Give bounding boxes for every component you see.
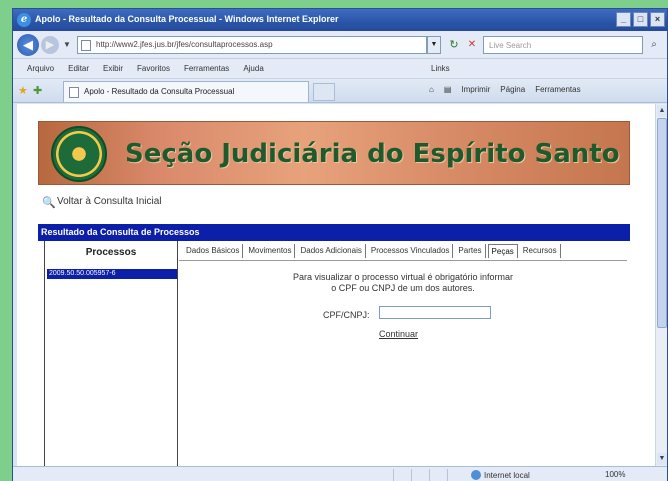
menu-item-editar[interactable]: Editar xyxy=(68,64,89,73)
favorites-star-icon[interactable]: ★ xyxy=(18,84,28,97)
menu-item-arquivo[interactable]: Arquivo xyxy=(27,64,54,73)
status-segment xyxy=(429,469,445,481)
print-button[interactable]: Imprimir xyxy=(461,85,490,94)
url-dropdown-button[interactable]: ▼ xyxy=(427,36,441,54)
menu-item-favoritos[interactable]: Favoritos xyxy=(137,64,170,73)
links-toolbar[interactable]: Links xyxy=(431,64,450,73)
processes-panel: Processos 2009.50.50.005957-6 xyxy=(44,241,178,466)
status-segment xyxy=(393,469,409,481)
tab-partes[interactable]: Partes xyxy=(455,244,486,258)
process-list-item[interactable]: 2009.50.50.005957-6 xyxy=(47,269,177,279)
cpf-required-message: Para visualizar o processo virtual é obr… xyxy=(183,272,623,294)
security-zone: Internet local xyxy=(471,470,530,480)
close-button[interactable]: × xyxy=(650,12,665,27)
search-input[interactable]: Live Search xyxy=(483,36,643,54)
scroll-thumb[interactable] xyxy=(657,118,667,328)
ie-logo-icon: e xyxy=(17,13,31,27)
cpf-input[interactable] xyxy=(379,306,491,319)
status-segment xyxy=(411,469,427,481)
status-bar: Internet local 100% xyxy=(13,466,667,481)
add-favorite-icon[interactable]: ✚ xyxy=(33,84,42,97)
back-button[interactable]: ◀ xyxy=(17,34,39,56)
new-tab-button[interactable] xyxy=(313,83,335,101)
message-line-2: o CPF ou CNPJ de um dos autores. xyxy=(331,283,475,293)
tools-menu-button[interactable]: Ferramentas xyxy=(535,85,580,94)
back-link-label: Voltar à Consulta Inicial xyxy=(57,196,162,207)
scroll-up-arrow-icon[interactable]: ▲ xyxy=(657,105,667,117)
search-icon[interactable]: ⌕ xyxy=(645,36,663,54)
tab-pecas[interactable]: Peças xyxy=(487,244,518,258)
url-input[interactable]: http://www2.jfes.jus.br/jfes/consultapro… xyxy=(77,36,427,54)
tab-processos-vinculados[interactable]: Processos Vinculados xyxy=(368,244,454,258)
vertical-scrollbar[interactable]: ▲ ▼ xyxy=(655,104,667,466)
continue-link[interactable]: Continuar xyxy=(379,329,418,339)
menu-item-ferramentas[interactable]: Ferramentas xyxy=(184,64,229,73)
globe-icon xyxy=(471,470,481,480)
tab-dados-adicionais[interactable]: Dados Adicionais xyxy=(297,244,366,258)
menu-item-ajuda[interactable]: Ajuda xyxy=(243,64,263,73)
history-dropdown-icon[interactable]: ▼ xyxy=(63,40,71,49)
tab-divider xyxy=(179,260,627,261)
site-banner: Seção Judiciária do Espírito Santo xyxy=(38,121,630,185)
tab-bar: ★ ✚ Apolo - Resultado da Consulta Proces… xyxy=(13,79,667,103)
forward-button[interactable]: ▶ xyxy=(41,36,59,54)
tab-page-icon xyxy=(69,87,79,98)
result-header: Resultado da Consulta de Processos xyxy=(38,224,630,241)
menu-item-exibir[interactable]: Exibir xyxy=(103,64,123,73)
scroll-down-arrow-icon[interactable]: ▼ xyxy=(657,453,667,465)
tab-dados-basicos[interactable]: Dados Básicos xyxy=(183,244,244,258)
home-icon[interactable]: ⌂ xyxy=(429,85,434,94)
detail-tabs: Dados Básicos Movimentos Dados Adicionai… xyxy=(183,244,561,258)
magnifier-icon: 🔍 xyxy=(42,197,56,209)
coat-of-arms-logo xyxy=(51,126,107,182)
menu-bar: Arquivo Editar Exibir Favoritos Ferramen… xyxy=(13,59,667,79)
cpf-label: CPF/CNPJ: xyxy=(323,310,370,320)
search-placeholder: Live Search xyxy=(489,41,532,50)
window-title: Apolo - Resultado da Consulta Processual… xyxy=(35,14,339,24)
message-line-1: Para visualizar o processo virtual é obr… xyxy=(292,272,514,282)
title-bar: e Apolo - Resultado da Consulta Processu… xyxy=(13,9,667,31)
processes-heading: Processos xyxy=(85,247,137,258)
zoom-level[interactable]: 100% xyxy=(605,470,625,479)
page-icon xyxy=(81,40,91,51)
feeds-icon[interactable]: ▤ xyxy=(444,85,452,94)
tab-label: Apolo - Resultado da Consulta Processual xyxy=(84,87,235,96)
minimize-button[interactable]: _ xyxy=(616,12,631,27)
window-controls: _ □ × xyxy=(616,12,665,27)
tab-recursos[interactable]: Recursos xyxy=(520,244,561,258)
url-text: http://www2.jfes.jus.br/jfes/consultapro… xyxy=(96,40,273,49)
back-to-search-link[interactable]: 🔍Voltar à Consulta Inicial xyxy=(42,196,162,209)
stop-icon[interactable]: ✕ xyxy=(465,38,479,52)
status-segment xyxy=(447,469,463,481)
page-viewport: Seção Judiciária do Espírito Santo 🔍Volt… xyxy=(17,104,657,466)
page-menu-button[interactable]: Página xyxy=(500,85,525,94)
banner-title: Seção Judiciária do Espírito Santo xyxy=(125,139,620,169)
browser-window: e Apolo - Resultado da Consulta Processu… xyxy=(12,8,668,481)
refresh-icon[interactable]: ↻ xyxy=(447,38,461,52)
zone-label: Internet local xyxy=(484,471,530,480)
tab-movimentos[interactable]: Movimentos xyxy=(245,244,296,258)
command-bar: ⌂ ▤ Imprimir Página Ferramentas xyxy=(429,85,581,94)
maximize-button[interactable]: □ xyxy=(633,12,648,27)
browser-tab[interactable]: Apolo - Resultado da Consulta Processual xyxy=(63,81,309,102)
address-bar: ◀ ▶ ▼ http://www2.jfes.jus.br/jfes/consu… xyxy=(13,31,667,59)
